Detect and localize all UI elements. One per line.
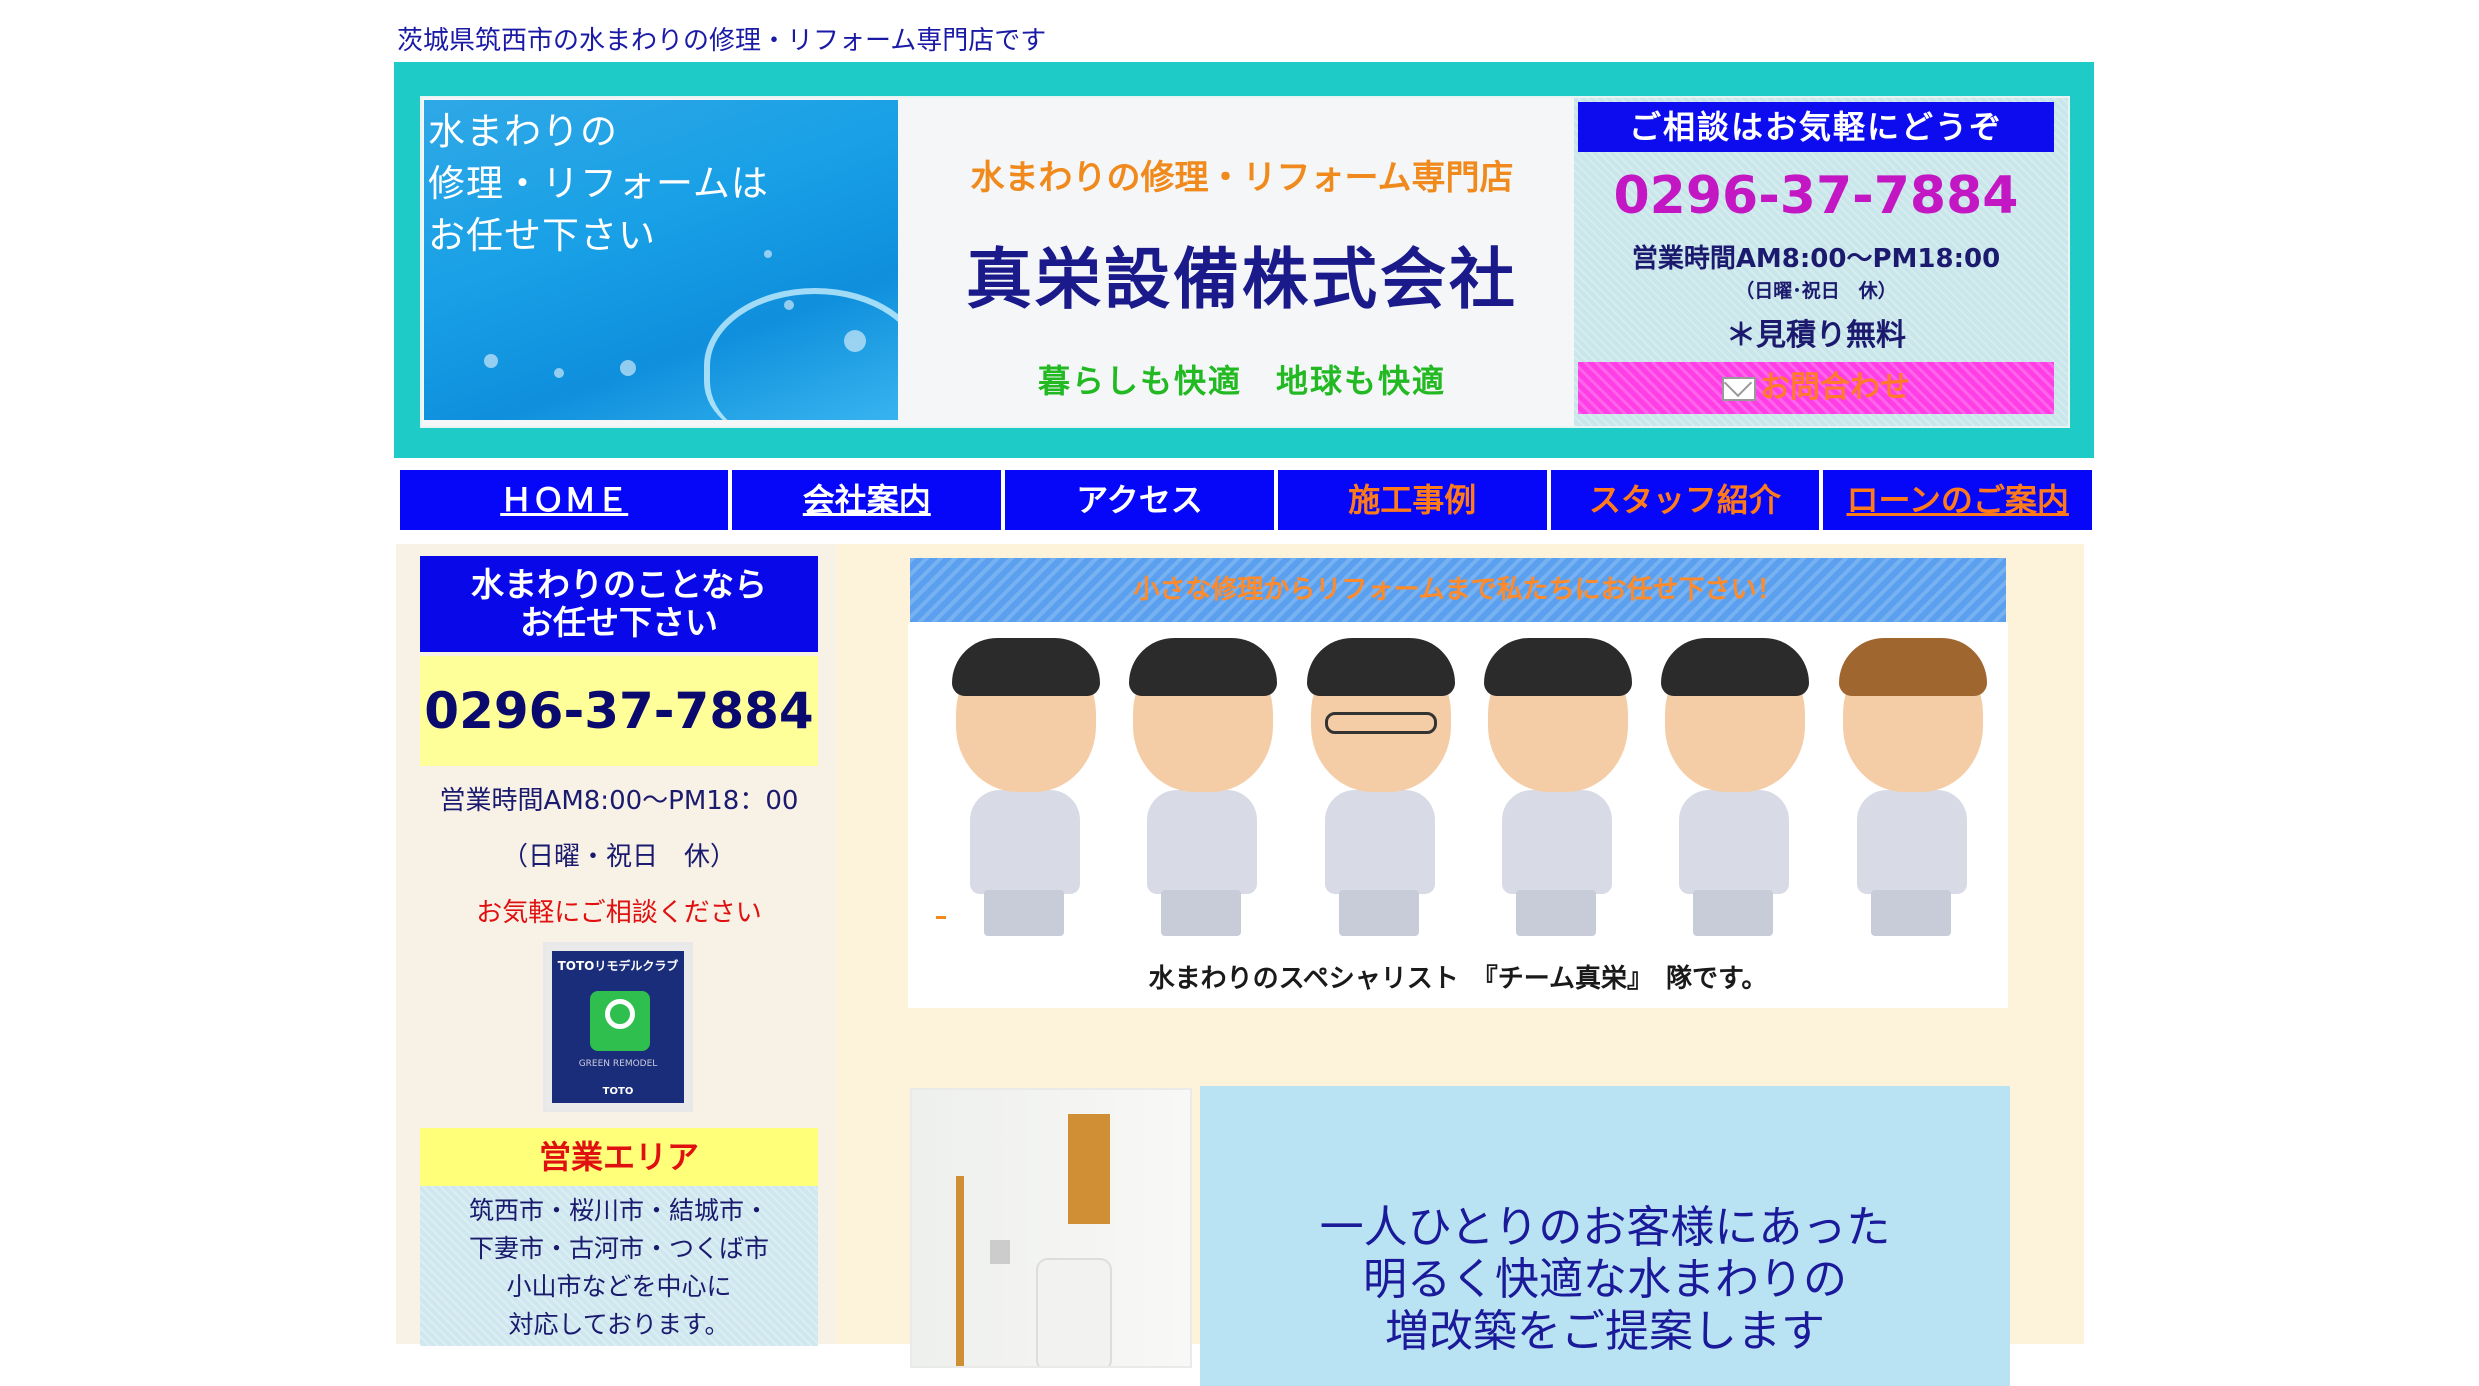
site-header: 水まわりの 修理・リフォームは お任せ下さい 水まわりの修理・リフォーム専門店 … — [394, 62, 2094, 458]
nav-works[interactable]: 施工事例 — [1277, 470, 1547, 530]
bubble-icon — [554, 368, 564, 378]
bubble-icon — [844, 330, 866, 352]
bubble-icon — [484, 354, 498, 368]
inquiry-button[interactable]: お問合わせ — [1578, 362, 2054, 414]
company-panel: 水まわりの修理・リフォーム専門店 真栄設備株式会社 暮らしも快適 地球も快適 — [902, 98, 1582, 426]
team-card: 水まわりのスペシャリスト 『チーム真栄』 隊です。 — [908, 622, 2008, 1008]
contact-heading: ご相談はお気軽にどうぞ — [1578, 102, 2054, 152]
service-area-heading: 営業エリア — [420, 1128, 818, 1186]
sidebar-phone[interactable]: 0296-37-7884 — [420, 656, 818, 766]
bubble-icon — [620, 360, 636, 376]
sidebar-heading-line-1: 水まわりのことなら — [470, 565, 767, 604]
bubble-icon — [764, 250, 772, 258]
header-inner: 水まわりの 修理・リフォームは お任せ下さい 水まわりの修理・リフォーム専門店 … — [420, 96, 2070, 428]
water-line-2: 修理・リフォームは — [428, 162, 769, 205]
contact-phone[interactable]: 0296-37-7884 — [1574, 166, 2058, 226]
area-line-1: 筑西市・桜川市・結城市・ — [468, 1196, 769, 1225]
promo-panel: 一人ひとりのお客様にあった 明るく快適な水まわりの 増改築をご提案します — [1200, 1086, 2010, 1386]
content-area: 水まわりのことなら お任せ下さい 0296-37-7884 営業時間AM8:00… — [396, 544, 2084, 1386]
staff-illustration — [1825, 638, 1988, 942]
green-remodel-icon — [590, 991, 650, 1051]
water-message: 水まわりの 修理・リフォームは お任せ下さい — [428, 106, 769, 262]
nav-access-label: アクセス — [1076, 481, 1203, 519]
main-nav: ＨＯＭＥ 会社案内 アクセス 施工事例 スタッフ紹介 ローンのご案内 — [400, 470, 2093, 530]
water-line-1: 水まわりの — [428, 110, 618, 153]
site-tagline: 茨城県筑西市の水まわりの修理・リフォーム専門店です — [397, 26, 1047, 56]
staff-illustration — [1647, 638, 1810, 942]
company-subtitle: 水まわりの修理・リフォーム専門店 — [970, 158, 1514, 198]
promo-line-1: 一人ひとりのお客様にあった — [1319, 1202, 1891, 1253]
nav-home[interactable]: ＨＯＭＥ — [400, 470, 729, 530]
nav-staff-label: スタッフ紹介 — [1588, 481, 1781, 519]
badge-title: TOTOリモデルクラブ — [557, 959, 679, 973]
inquiry-label: お問合わせ — [1760, 370, 1910, 405]
free-estimate: ＊見積り無料 — [1726, 318, 1906, 353]
staff-illustration — [1293, 638, 1456, 942]
contact-closed: （日曜･祝日 休） — [1735, 280, 1897, 302]
promo-line-3: 増改築をご提案します — [1385, 1306, 1825, 1357]
contact-hours: 営業時間AM8:00〜PM18:00 — [1631, 244, 2001, 274]
promo-lines: 一人ひとりのお客様にあった 明るく快適な水まわりの 増改築をご提案します — [1200, 1086, 2010, 1358]
badge-foot: TOTO — [602, 1086, 634, 1097]
company-slogan: 暮らしも快適 地球も快適 — [1037, 362, 1446, 400]
water-image-panel: 水まわりの 修理・リフォームは お任せ下さい — [424, 100, 898, 420]
nav-loan-label: ローンのご案内 — [1846, 481, 2069, 519]
water-line-3: お任せ下さい — [428, 214, 656, 257]
area-line-2: 下妻市・古河市・つくば市 — [468, 1234, 769, 1263]
nav-staff[interactable]: スタッフ紹介 — [1550, 470, 1820, 530]
sidebar-consult: お気軽にご相談ください — [476, 898, 762, 928]
staff-illustration — [1115, 638, 1278, 942]
team-banner: 小さな修理からリフォームまで私たちにお任せ下さい！ — [910, 558, 2006, 622]
area-line-3: 小山市などを中心に — [506, 1272, 732, 1301]
staff-illustration — [938, 638, 1101, 942]
toilet-photo — [910, 1088, 1192, 1368]
nav-company[interactable]: 会社案内 — [732, 470, 1002, 530]
toto-remodel-badge[interactable]: TOTOリモデルクラブ GREEN REMODEL TOTO — [543, 942, 693, 1112]
sidebar-closed: （日曜・祝日 休） — [501, 842, 736, 872]
area-line-4: 対応しております。 — [508, 1310, 730, 1339]
contact-panel: ご相談はお気軽にどうぞ 0296-37-7884 営業時間AM8:00〜PM18… — [1574, 98, 2068, 426]
mail-icon — [1722, 376, 1756, 401]
team-illustration — [938, 638, 1988, 942]
nav-access[interactable]: アクセス — [1005, 470, 1274, 530]
bubble-icon — [784, 300, 794, 310]
water-splash-icon — [704, 288, 898, 420]
promo-line-2: 明るく快適な水まわりの — [1363, 1254, 1847, 1305]
badge-inner: TOTOリモデルクラブ GREEN REMODEL TOTO — [552, 951, 684, 1103]
sidebar-heading-line-2: お任せ下さい — [520, 603, 718, 642]
service-area-lines: 筑西市・桜川市・結城市・ 下妻市・古河市・つくば市 小山市などを中心に 対応して… — [420, 1186, 818, 1344]
team-caption: 水まわりのスペシャリスト 『チーム真栄』 隊です。 — [1148, 964, 1768, 994]
service-area-body: 筑西市・桜川市・結城市・ 下妻市・古河市・つくば市 小山市などを中心に 対応して… — [420, 1186, 818, 1346]
nav-home-label: ＨＯＭＥ — [500, 481, 629, 519]
sidebar-heading: 水まわりのことなら お任せ下さい — [420, 556, 818, 652]
dash-mark — [936, 916, 946, 919]
sidebar: 水まわりのことなら お任せ下さい 0296-37-7884 営業時間AM8:00… — [396, 544, 836, 1346]
nav-loan[interactable]: ローンのご案内 — [1823, 470, 2093, 530]
nav-works-label: 施工事例 — [1348, 481, 1477, 519]
nav-company-label: 会社案内 — [802, 481, 931, 519]
staff-illustration — [1470, 638, 1633, 942]
badge-caption: GREEN REMODEL — [578, 1059, 658, 1069]
company-name: 真栄設備株式会社 — [966, 241, 1518, 318]
sidebar-hours: 営業時間AM8:00〜PM18：00 — [439, 786, 799, 816]
